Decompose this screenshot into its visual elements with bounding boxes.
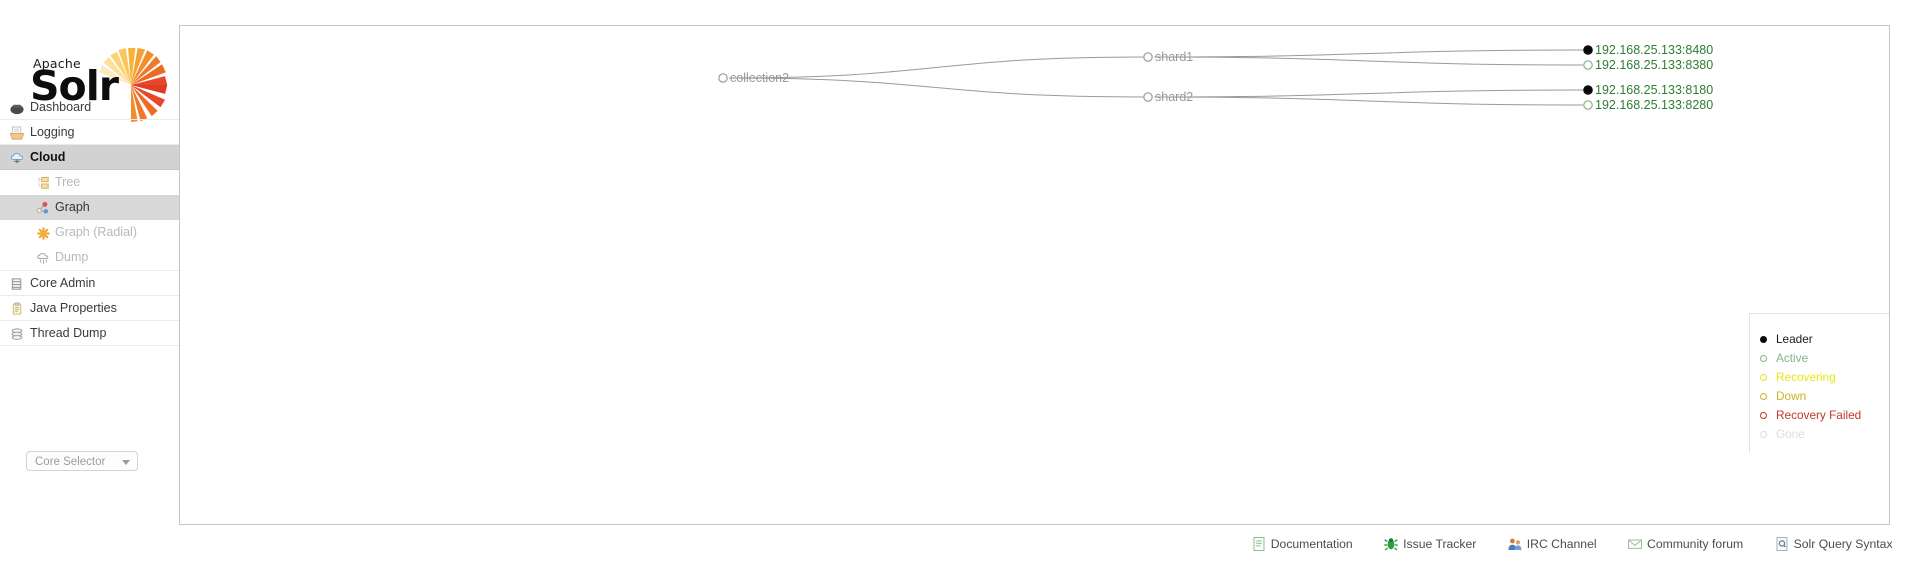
legend-row-recovering: Recovering [1760,368,1889,387]
sidebar-label: Thread Dump [30,326,107,340]
cloud-graph-panel: collection2 shard1 shard2 192.168.25.133:84… [179,25,1890,525]
brand-logo[interactable]: Apache Solr [0,0,179,122]
footer-label: Solr Query Syntax [1793,537,1893,551]
footer-label: IRC Channel [1526,537,1597,551]
graph-replica-node[interactable] [1583,100,1593,110]
graph-node-circle[interactable] [1143,92,1153,102]
footer-label: Community forum [1647,537,1744,551]
core-admin-icon [9,276,25,291]
sidebar-item-graph[interactable]: Graph [0,195,179,220]
cloud-icon [9,150,25,165]
sidebar-item-core-admin[interactable]: Core Admin [0,271,179,296]
sidebar-label: Dump [55,250,89,264]
graph-replica-label[interactable]: 192.168.25.133:8480 [1595,43,1713,57]
solr-admin-window: Apache Solr Dashboard Logging Cloud Tree… [0,0,1909,577]
sidebar-item-dashboard[interactable]: Dashboard [0,95,179,120]
legend-label: Active [1776,351,1809,365]
sidebar-item-thread-dump[interactable]: Thread Dump [0,321,179,346]
footer-link-community-forum[interactable]: Community forum [1627,534,1743,554]
footer-label: Documentation [1270,537,1353,551]
graph-replica-label[interactable]: 192.168.25.133:8280 [1595,98,1713,112]
legend-label: Recovery Failed [1776,408,1862,422]
document-icon [1251,536,1267,552]
legend-row-down: Down [1760,387,1889,406]
sidebar-item-dump[interactable]: Dump [0,245,179,270]
legend-dot-gone [1760,431,1767,438]
sidebar-label: Tree [55,175,81,189]
sidebar-label: Cloud [30,150,66,164]
sidebar-item-logging[interactable]: Logging [0,120,179,145]
graph-node-label[interactable]: collection2 [730,71,789,85]
legend-row-leader: Leader [1760,330,1889,349]
cluster-graph[interactable]: collection2 shard1 shard2 192.168.25.133:84… [180,26,1889,524]
core-selector-dropdown[interactable]: Core Selector [26,451,138,471]
dashboard-icon [9,100,25,115]
sidebar-label: Core Admin [30,276,96,290]
graph-replica-node[interactable] [1583,60,1593,70]
graph-node-circle[interactable] [1143,52,1153,62]
legend-dot-down [1760,393,1767,400]
legend-row-recovery-failed: Recovery Failed [1760,406,1889,425]
bug-icon [1383,536,1399,552]
legend-dot-recovering [1760,374,1767,381]
graph-radial-icon [36,225,51,240]
tree-icon [36,175,51,190]
core-selector-label: Core Selector [35,456,106,468]
sidebar-label: Graph [55,200,90,214]
sidebar-item-java-properties[interactable]: Java Properties [0,296,179,321]
sidebar-label: Dashboard [30,100,92,114]
sidebar-label: Graph (Radial) [55,225,137,239]
query-syntax-icon [1774,536,1790,552]
legend-dot-active [1760,355,1767,362]
footer-label: Issue Tracker [1403,537,1477,551]
footer-link-documentation[interactable]: Documentation [1251,534,1353,554]
sidebar-label: Java Properties [30,301,117,315]
sidebar-item-tree[interactable]: Tree [0,170,179,195]
main-navigation: Dashboard Logging Cloud Tree Graph Graph… [0,95,179,346]
sidebar-item-cloud[interactable]: Cloud [0,145,179,170]
graph-replica-node[interactable] [1583,85,1593,95]
graph-replica-label[interactable]: 192.168.25.133:8180 [1595,83,1713,97]
footer-link-irc-channel[interactable]: IRC Channel [1507,534,1597,554]
graph-node-label[interactable]: shard2 [1155,90,1193,104]
graph-node-circle[interactable] [718,73,728,83]
footer-links: Documentation Issue Tracker IRC Channel … [179,534,1909,560]
people-icon [1507,536,1523,552]
footer-link-issue-tracker[interactable]: Issue Tracker [1383,534,1476,554]
legend-row-active: Active [1760,349,1889,368]
sidebar-label: Logging [30,125,75,139]
cloud-submenu: Tree Graph Graph (Radial) Dump [0,170,179,270]
legend-row-gone: Gone [1760,425,1889,444]
envelope-icon [1627,536,1643,552]
footer-link-solr-query-syntax[interactable]: Solr Query Syntax [1774,534,1893,554]
java-properties-icon [9,301,25,316]
thread-dump-icon [9,326,25,341]
graph-icon [36,200,51,215]
graph-node-label[interactable]: shard1 [1155,50,1193,64]
dump-icon [36,250,51,265]
sidebar-item-graph-radial[interactable]: Graph (Radial) [0,220,179,245]
graph-replica-label[interactable]: 192.168.25.133:8380 [1595,58,1713,72]
legend-label: Down [1776,389,1807,403]
sidebar: Apache Solr Dashboard Logging Cloud Tree… [0,0,179,577]
legend-label: Recovering [1776,370,1836,384]
graph-replica-node[interactable] [1583,45,1593,55]
legend-dot-recovery-failed [1760,412,1767,419]
legend-label: Gone [1776,427,1805,441]
legend-label: Leader [1776,332,1813,346]
chevron-down-icon [122,460,130,465]
legend-dot-leader [1760,336,1767,343]
logging-icon [9,125,25,140]
graph-legend: Leader Active Recovering Down Recovery F… [1749,313,1889,453]
